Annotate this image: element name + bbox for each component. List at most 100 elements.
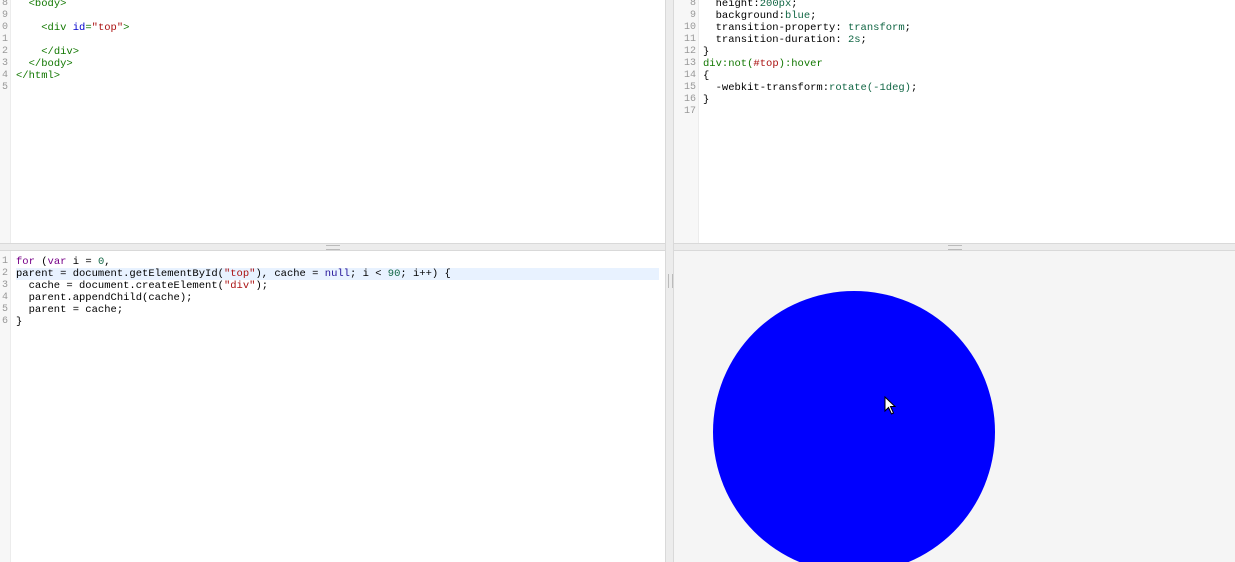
line-number: 8 [1, 0, 8, 9]
js-editor-panel[interactable]: 1 for (var i = 0, 2 parent = document.getEl… [0, 251, 665, 562]
code-line[interactable]: 0 <div id="top"> [0, 22, 665, 34]
line-number: 6 [1, 316, 8, 327]
code-token: "div" [223, 280, 256, 292]
code-token: ; i++) { [400, 268, 451, 280]
code-token: transition-duration [703, 34, 836, 46]
code-line[interactable]: 15 -webkit-transform:rotate(-1deg); [674, 82, 1235, 94]
code-token: :not( [721, 58, 754, 70]
code-token: } [703, 46, 710, 58]
code-token: for [16, 256, 35, 268]
line-number: 16 [683, 94, 696, 105]
line-number: 3 [1, 58, 8, 69]
code-token: </body> [28, 58, 73, 70]
code-line[interactable]: 4 </html> [0, 70, 665, 82]
code-token: ; [910, 82, 918, 94]
line-number: 15 [683, 82, 696, 93]
line-number: 8 [689, 0, 696, 9]
code-line[interactable]: 5 parent = cache; [0, 304, 665, 316]
line-text: for (var i = 0, [16, 256, 111, 268]
html-editor-panel[interactable]: 8 <body> 9 0 <div id="top"> 1 2 </div> 3 </bo… [0, 0, 665, 243]
vertical-splitter-grip[interactable] [668, 274, 673, 288]
result-panel[interactable] [674, 251, 1235, 562]
line-number: 9 [689, 10, 696, 21]
code-line[interactable]: 2 </div> [0, 46, 665, 58]
code-token: parent = document.getElementById( [16, 268, 224, 280]
code-line[interactable]: 16} [674, 94, 1235, 106]
code-line[interactable]: 9 [0, 10, 665, 22]
line-text: { [703, 70, 709, 82]
code-token: (-1deg) [866, 82, 911, 94]
code-token: parent = cache; [16, 304, 124, 316]
code-token: ; [810, 10, 817, 22]
line-number: 17 [683, 106, 696, 117]
code-line[interactable]: 8 height:200px; [674, 0, 1235, 10]
line-number: 11 [683, 34, 696, 45]
line-number: 2 [1, 46, 8, 57]
line-text: -webkit-transform:rotate(-1deg); [703, 82, 918, 94]
line-text: parent.appendChild(cache); [16, 292, 193, 304]
line-number: 1 [1, 34, 8, 45]
code-token: , [104, 256, 111, 268]
line-number: 4 [1, 292, 8, 303]
line-number: 4 [1, 70, 8, 81]
line-number: 12 [683, 46, 696, 57]
line-text: parent = cache; [16, 304, 124, 316]
code-token: ), cache = [255, 268, 325, 280]
code-token: 2s [847, 34, 861, 46]
line-text: transition-property: transform; [703, 22, 911, 34]
js-code-area[interactable]: 1 for (var i = 0, 2 parent = document.getEl… [0, 256, 665, 328]
code-line[interactable]: 17 [674, 106, 1235, 118]
line-text: parent = document.getElementById("top"),… [16, 268, 451, 280]
code-token: ; [791, 0, 798, 10]
code-line[interactable]: 3 </body> [0, 58, 665, 70]
css-code-area[interactable]: 8 height:200px; 9 background:blue; 10 tran… [674, 0, 1235, 118]
line-number: 0 [1, 22, 8, 33]
code-token: : [835, 22, 848, 34]
line-number: 13 [683, 58, 696, 69]
code-token: var [47, 256, 67, 268]
left-horizontal-splitter[interactable] [0, 243, 665, 251]
line-text: background:blue; [703, 10, 817, 22]
line-number: 14 [683, 70, 696, 81]
code-line[interactable]: 1 [0, 34, 665, 46]
code-token: > [123, 22, 130, 34]
code-line[interactable]: 13 div:not(#top):hover [674, 58, 1235, 70]
code-line[interactable]: 9 background:blue; [674, 10, 1235, 22]
code-token: ; [860, 34, 867, 46]
code-token: ( [34, 256, 48, 268]
html-code-area[interactable]: 8 <body> 9 0 <div id="top"> 1 2 </div> 3 </bo… [0, 0, 665, 94]
code-token: } [16, 316, 23, 328]
line-number: 5 [1, 304, 8, 315]
line-text: } [703, 46, 709, 58]
code-line[interactable]: 10 transition-property: transform; [674, 22, 1235, 34]
line-text: cache = document.createElement("div"); [16, 280, 268, 292]
line-text: </html> [16, 70, 60, 82]
line-number: 2 [1, 268, 8, 279]
code-line[interactable]: 11 transition-duration: 2s; [674, 34, 1235, 46]
line-number: 1 [1, 256, 8, 267]
code-token: -webkit-transform [703, 82, 823, 94]
code-line[interactable]: 1 for (var i = 0, [0, 256, 665, 268]
left-splitter-grip[interactable] [325, 245, 340, 250]
code-line[interactable]: 3 cache = document.createElement("div"); [0, 280, 665, 292]
right-horizontal-splitter[interactable] [674, 243, 1235, 251]
blue-circle[interactable] [713, 291, 995, 562]
code-line[interactable]: 6} [0, 316, 665, 328]
css-editor-panel[interactable]: 8 height:200px; 9 background:blue; 10 tran… [674, 0, 1235, 243]
code-line[interactable]: 8 <body> [0, 0, 665, 10]
right-splitter-grip[interactable] [947, 245, 962, 250]
line-text: </div> [16, 46, 79, 58]
code-line[interactable]: 2 parent = document.getElementById("top")… [0, 268, 665, 280]
code-line[interactable]: 4 parent.appendChild(cache); [0, 292, 665, 304]
code-line[interactable]: 14 { [674, 70, 1235, 82]
code-token: 90 [387, 268, 401, 280]
code-line[interactable]: 12} [674, 46, 1235, 58]
code-token: } [703, 94, 710, 106]
code-line[interactable]: 5 [0, 82, 665, 94]
vertical-splitter[interactable] [665, 0, 674, 562]
code-token: ; [904, 22, 911, 34]
arrow-pointer-icon [884, 396, 897, 415]
